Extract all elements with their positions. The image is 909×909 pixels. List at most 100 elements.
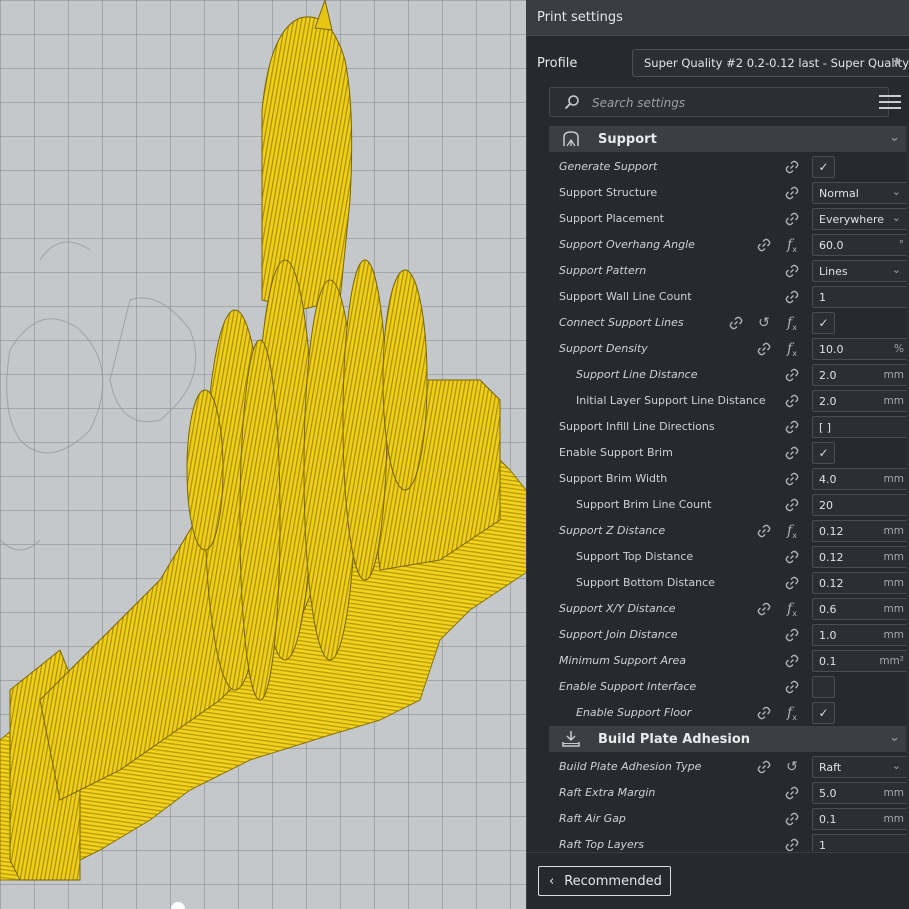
setting-label: Support Top Distance [576, 550, 694, 563]
chevron-down-icon: ⌄ [891, 211, 901, 224]
setting-value: 1.0 [819, 628, 837, 642]
setting-input[interactable]: 0.1 mm² [812, 650, 909, 672]
setting-input[interactable]: 1 [812, 286, 909, 308]
menu-icon[interactable] [879, 92, 901, 112]
setting-label: Support Brim Width [559, 472, 668, 485]
link-icon[interactable] [783, 836, 801, 851]
setting-checkbox[interactable]: ✓ [812, 702, 835, 724]
search-box[interactable] [549, 87, 889, 117]
setting-unit: mm [883, 577, 904, 589]
setting-input[interactable]: 20 [812, 494, 909, 516]
function-icon[interactable]: fx [783, 600, 801, 618]
chevron-down-icon[interactable]: ⌄ [889, 130, 900, 145]
setting-value: 0.1 [819, 654, 837, 668]
setting-dropdown[interactable]: Lines ⌄ [812, 260, 909, 282]
setting-input[interactable]: 5.0 mm [812, 782, 909, 804]
link-icon[interactable] [783, 678, 801, 696]
link-icon[interactable] [783, 418, 801, 436]
setting-value: 1 [819, 838, 826, 852]
link-icon[interactable] [755, 704, 773, 722]
setting-row-enable-support-interface: Enable Support Interface [527, 674, 909, 700]
setting-dropdown[interactable]: Everywhere ⌄ [812, 208, 909, 230]
setting-label: Raft Top Layers [559, 838, 645, 851]
setting-input[interactable]: 60.0 ° [812, 234, 909, 256]
profile-select[interactable]: Super Quality #2 0.2-0.12 last - Super Q… [632, 49, 909, 77]
chevron-down-icon[interactable]: ⌄ [889, 730, 900, 745]
link-icon[interactable] [783, 210, 801, 228]
setting-value: Everywhere [819, 212, 885, 226]
setting-row-support-bottom-distance: Support Bottom Distance 0.12 mm [527, 570, 909, 596]
link-icon[interactable] [783, 470, 801, 488]
link-icon[interactable] [727, 314, 745, 332]
setting-row-initial-layer-support-line-distance: Initial Layer Support Line Distance 2.0 mm [527, 388, 909, 414]
recommended-button[interactable]: ‹ Recommended [538, 866, 671, 896]
link-icon[interactable] [783, 548, 801, 566]
link-icon[interactable] [783, 288, 801, 306]
link-icon[interactable] [783, 652, 801, 670]
setting-row-raft-top-layers: Raft Top Layers 1 [527, 832, 909, 851]
link-icon[interactable] [755, 522, 773, 540]
category-support[interactable]: Support ⌄ [549, 126, 909, 152]
setting-input[interactable]: 1.0 mm [812, 624, 909, 646]
reset-icon[interactable]: ↺ [755, 314, 773, 332]
link-icon[interactable] [783, 158, 801, 176]
function-icon[interactable]: fx [783, 340, 801, 358]
setting-value: 2.0 [819, 368, 837, 382]
setting-row-support-pattern: Support Pattern Lines ⌄ [527, 258, 909, 284]
function-icon[interactable]: fx [783, 522, 801, 540]
link-icon[interactable] [783, 444, 801, 462]
setting-input[interactable]: 0.12 mm [812, 572, 909, 594]
setting-input[interactable]: 1 [812, 834, 909, 851]
setting-input[interactable]: 0.1 mm [812, 808, 909, 830]
setting-value: 1 [819, 290, 826, 304]
function-icon[interactable]: fx [783, 704, 801, 722]
setting-input[interactable]: 2.0 mm [812, 364, 909, 386]
link-icon[interactable] [755, 236, 773, 254]
settings-list[interactable]: Support ⌄ Generate Support ✓ Support Struc… [527, 124, 909, 851]
setting-label: Connect Support Lines [559, 316, 684, 329]
setting-row-support-density: Support Density f x 10.0% [527, 336, 909, 362]
reset-icon[interactable]: ↺ [783, 758, 801, 776]
setting-input[interactable]: 0.12 mm [812, 546, 909, 568]
function-icon[interactable]: fx [783, 314, 801, 332]
search-input[interactable] [592, 93, 862, 113]
setting-dropdown[interactable]: Normal ⌄ [812, 182, 909, 204]
setting-unit: % [894, 343, 904, 355]
function-icon[interactable]: fx [783, 236, 801, 254]
setting-checkbox[interactable]: ✓ [812, 156, 835, 178]
link-icon[interactable] [755, 758, 773, 776]
setting-input[interactable]: 2.0 mm [812, 390, 909, 412]
link-icon[interactable] [783, 626, 801, 644]
setting-label: Support Bottom Distance [576, 576, 715, 589]
star-icon[interactable]: ★ [891, 55, 903, 70]
setting-checkbox[interactable]: ✓ [812, 312, 835, 334]
link-icon[interactable] [783, 184, 801, 202]
link-icon[interactable] [783, 810, 801, 828]
setting-value: 0.6 [819, 602, 837, 616]
category-adhesion[interactable]: Build Plate Adhesion ⌄ [549, 726, 909, 752]
setting-input[interactable]: 0.6 mm [812, 598, 909, 620]
setting-label: Support Density [559, 342, 648, 355]
setting-input[interactable]: [ ] [812, 416, 909, 438]
setting-input[interactable]: 10.0% [812, 338, 909, 360]
link-icon[interactable] [755, 340, 773, 358]
setting-value: 5.0 [819, 786, 837, 800]
setting-checkbox[interactable]: ✓ [812, 442, 835, 464]
setting-dropdown[interactable]: Raft ⌄ [812, 756, 909, 778]
category-adhesion-label: Build Plate Adhesion [598, 731, 751, 747]
setting-input[interactable]: 4.0 mm [812, 468, 909, 490]
link-icon[interactable] [783, 784, 801, 802]
setting-checkbox[interactable] [812, 676, 835, 698]
setting-value: Raft [819, 760, 842, 774]
link-icon[interactable] [755, 600, 773, 618]
setting-value: 0.1 [819, 812, 837, 826]
3d-viewport[interactable] [0, 0, 526, 909]
setting-unit: mm [883, 813, 904, 825]
setting-input[interactable]: 0.12 mm [812, 520, 909, 542]
link-icon[interactable] [783, 262, 801, 280]
link-icon[interactable] [783, 366, 801, 384]
link-icon[interactable] [783, 574, 801, 592]
link-icon[interactable] [783, 496, 801, 514]
link-icon[interactable] [783, 392, 801, 410]
setting-row-support-wall-line-count: Support Wall Line Count 1 [527, 284, 909, 310]
